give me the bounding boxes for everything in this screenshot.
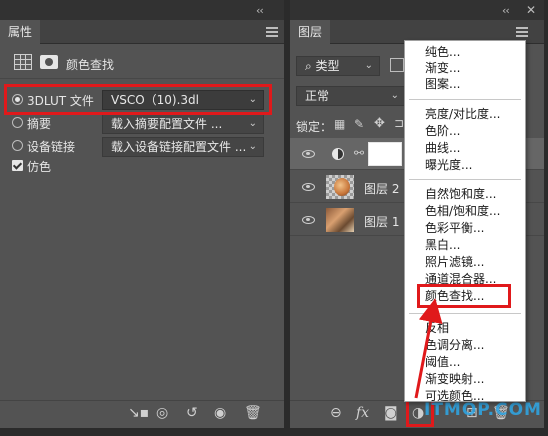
annotation-arrow bbox=[414, 298, 443, 399]
